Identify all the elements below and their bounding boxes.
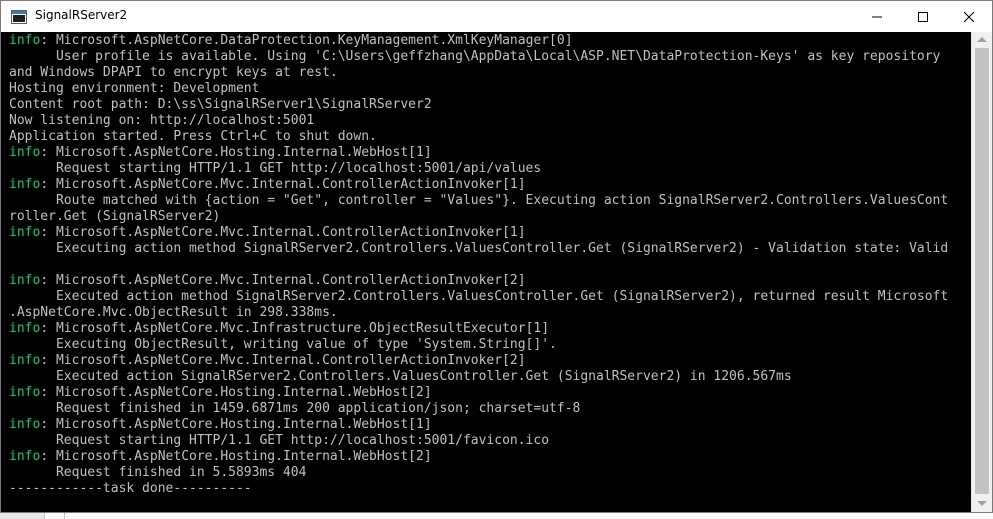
console-line: Request starting HTTP/1.1 GET http://loc…	[9, 161, 948, 177]
console-line: Executing ObjectResult, writing value of…	[9, 337, 948, 353]
maximize-button[interactable]	[900, 1, 946, 32]
window-title: SignalRServer2	[35, 8, 128, 22]
console-line: Executed action method SignalRServer2.Co…	[9, 289, 948, 305]
log-message-text: Content root path: D:\ss\SignalRServer1\…	[9, 97, 432, 112]
log-message-text: Request starting HTTP/1.1 GET http://loc…	[9, 161, 542, 176]
console-line: info: Microsoft.AspNetCore.Mvc.Infrastru…	[9, 321, 948, 337]
title-bar[interactable]: SignalRServer2	[1, 1, 992, 32]
log-message-text: Request finished in 1459.6871ms 200 appl…	[9, 401, 581, 416]
log-message-text: ------------task done----------	[9, 481, 252, 496]
close-button[interactable]	[946, 1, 992, 32]
console-line: info: Microsoft.AspNetCore.Mvc.Internal.…	[9, 353, 948, 369]
log-message-text: : Microsoft.AspNetCore.Hosting.Internal.…	[40, 417, 432, 432]
log-message-text: Route matched with {action = "Get", cont…	[9, 193, 949, 208]
console-line: info: Microsoft.AspNetCore.Mvc.Internal.…	[9, 273, 948, 289]
console-output-text: info: Microsoft.AspNetCore.DataProtectio…	[9, 33, 948, 497]
minimize-button[interactable]	[854, 1, 900, 32]
log-message-text: and Windows DPAPI to encrypt keys at res…	[9, 65, 338, 80]
console-line: and Windows DPAPI to encrypt keys at res…	[9, 65, 948, 81]
console-line: ------------task done----------	[9, 481, 948, 497]
scrollbar-thumb[interactable]	[975, 48, 989, 494]
log-message-text: : Microsoft.AspNetCore.Hosting.Internal.…	[40, 449, 432, 464]
console-line: Now listening on: http://localhost:5001	[9, 113, 948, 129]
console-line: User profile is available. Using 'C:\Use…	[9, 49, 948, 65]
console-output-area[interactable]: info: Microsoft.AspNetCore.DataProtectio…	[1, 32, 971, 512]
console-line: info: Microsoft.AspNetCore.Mvc.Internal.…	[9, 225, 948, 241]
log-message-text: Executing action method SignalRServer2.C…	[9, 241, 949, 256]
console-line: Request finished in 5.5893ms 404	[9, 465, 948, 481]
log-message-text: Executed action SignalRServer2.Controlle…	[9, 369, 792, 384]
background-window-edge	[0, 513, 993, 519]
log-level-label: info	[9, 145, 41, 160]
log-message-text: : Microsoft.AspNetCore.DataProtection.Ke…	[40, 33, 573, 48]
console-line: info: Microsoft.AspNetCore.Hosting.Inter…	[9, 385, 948, 401]
log-message-text: Hosting environment: Development	[9, 81, 260, 96]
console-line: info: Microsoft.AspNetCore.Mvc.Internal.…	[9, 177, 948, 193]
console-line: Request starting HTTP/1.1 GET http://loc…	[9, 433, 948, 449]
log-message-text: : Microsoft.AspNetCore.Hosting.Internal.…	[40, 385, 432, 400]
console-line: info: Microsoft.AspNetCore.Hosting.Inter…	[9, 449, 948, 465]
log-message-text: Executed action method SignalRServer2.Co…	[9, 289, 949, 304]
log-message-text: Request starting HTTP/1.1 GET http://loc…	[9, 433, 550, 448]
scroll-up-arrow-icon[interactable]	[977, 37, 987, 42]
minimize-icon	[872, 7, 882, 26]
console-line: Application started. Press Ctrl+C to shu…	[9, 129, 948, 145]
log-message-text: Executing ObjectResult, writing value of…	[9, 337, 557, 352]
log-message-text: .AspNetCore.Mvc.ObjectResult in 298.338m…	[9, 305, 338, 320]
console-line: Content root path: D:\ss\SignalRServer1\…	[9, 97, 948, 113]
background-panel	[0, 513, 45, 519]
log-level-label: info	[9, 417, 41, 432]
log-message-text: Application started. Press Ctrl+C to shu…	[9, 129, 377, 144]
vertical-scrollbar[interactable]	[971, 32, 992, 512]
log-message-text: : Microsoft.AspNetCore.Mvc.Internal.Cont…	[40, 177, 526, 192]
log-level-label: info	[9, 321, 41, 336]
close-icon	[963, 7, 975, 26]
console-line: roller.Get (SignalRServer2)	[9, 209, 948, 225]
maximize-icon	[918, 7, 928, 26]
console-line: .AspNetCore.Mvc.ObjectResult in 298.338m…	[9, 305, 948, 321]
log-level-label: info	[9, 353, 41, 368]
log-message-text: Request finished in 5.5893ms 404	[9, 465, 307, 480]
log-level-label: info	[9, 177, 41, 192]
log-level-label: info	[9, 449, 41, 464]
background-divider	[64, 513, 75, 519]
console-line: info: Microsoft.AspNetCore.Hosting.Inter…	[9, 145, 948, 161]
log-message-text: User profile is available. Using 'C:\Use…	[9, 49, 941, 64]
log-message-text: : Microsoft.AspNetCore.Mvc.Internal.Cont…	[40, 273, 526, 288]
log-message-text: : Microsoft.AspNetCore.Mvc.Internal.Cont…	[40, 353, 526, 368]
console-line: Route matched with {action = "Get", cont…	[9, 193, 948, 209]
log-level-label: info	[9, 33, 41, 48]
log-message-text: : Microsoft.AspNetCore.Mvc.Infrastructur…	[40, 321, 550, 336]
console-app-icon[interactable]	[11, 9, 27, 24]
log-level-label: info	[9, 225, 41, 240]
log-level-label: info	[9, 273, 41, 288]
console-window: SignalRServer2 info: Microsoft.AspNetCor…	[0, 0, 993, 513]
scroll-down-arrow-icon[interactable]	[977, 501, 987, 506]
log-message-text: : Microsoft.AspNetCore.Mvc.Internal.Cont…	[40, 225, 526, 240]
console-line: info: Microsoft.AspNetCore.DataProtectio…	[9, 33, 948, 49]
console-line: info: Microsoft.AspNetCore.Hosting.Inter…	[9, 417, 948, 433]
log-message-text: Now listening on: http://localhost:5001	[9, 113, 315, 128]
console-line: Hosting environment: Development	[9, 81, 948, 97]
log-message-text: roller.Get (SignalRServer2)	[9, 209, 221, 224]
console-line: Executing action method SignalRServer2.C…	[9, 241, 948, 257]
log-level-label: info	[9, 385, 41, 400]
console-line: Executed action SignalRServer2.Controlle…	[9, 369, 948, 385]
log-message-text: : Microsoft.AspNetCore.Hosting.Internal.…	[40, 145, 432, 160]
console-line: Request finished in 1459.6871ms 200 appl…	[9, 401, 948, 417]
